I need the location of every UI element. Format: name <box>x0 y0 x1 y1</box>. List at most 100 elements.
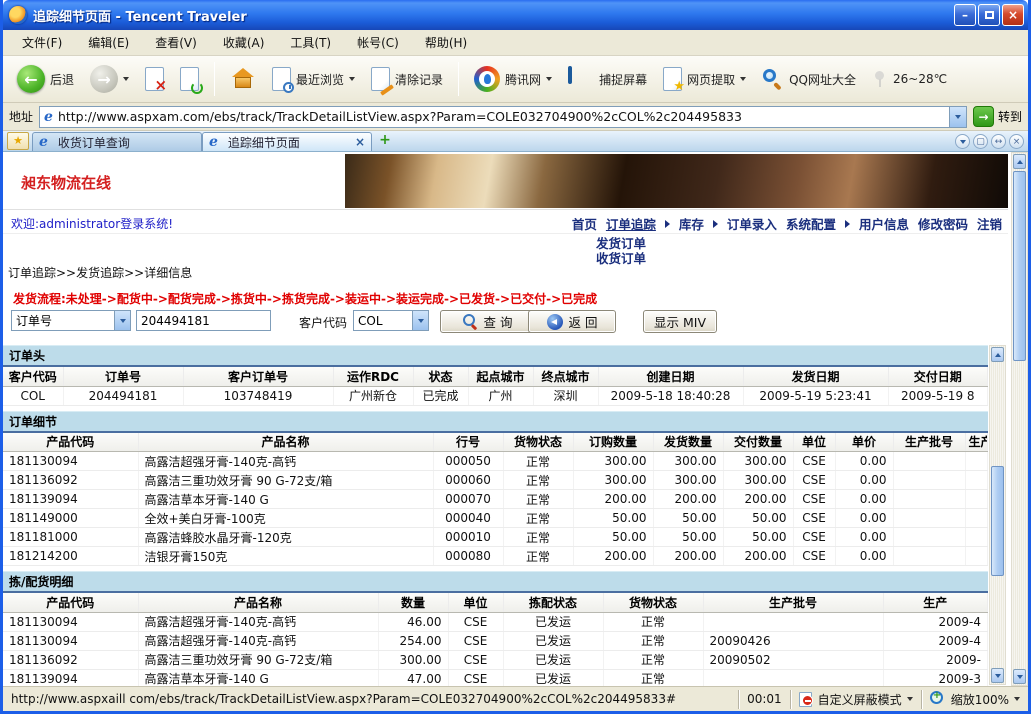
forward-button[interactable]: → <box>84 61 135 97</box>
close-tab-button[interactable]: × <box>1009 134 1024 149</box>
select-dropdown-icon[interactable] <box>114 311 130 330</box>
tab-tracking-detail[interactable]: e 追踪细节页面 × <box>202 132 372 151</box>
table-cell: 2009-3 <box>883 669 988 686</box>
column-header: 货物状态 <box>603 592 703 612</box>
menu-item-2[interactable]: 查看(V) <box>142 30 210 55</box>
nav-item-4[interactable]: 系统配置 <box>786 214 836 233</box>
back-icon: ← <box>17 65 45 93</box>
forward-dropdown-icon[interactable] <box>123 77 129 81</box>
search-row: 订单号 204494181 客户代码 COL 查 询 返 回 显示 MIV <box>3 310 1008 336</box>
capture-screen-button[interactable]: 捕捉屏幕 <box>562 64 653 94</box>
recent-button[interactable]: 最近浏览 <box>266 63 361 95</box>
stop-button[interactable]: × <box>139 63 170 95</box>
nav-item-3[interactable]: 订单录入 <box>727 214 777 233</box>
tab-receiving-order-query[interactable]: e 收货订单查询 <box>32 132 202 151</box>
table-cell: 广州 <box>468 386 533 405</box>
menu-item-6[interactable]: 帮助(H) <box>412 30 480 55</box>
home-button[interactable] <box>224 63 262 95</box>
tencent-button[interactable]: 腾讯网 <box>468 62 558 96</box>
scrollbar-thumb[interactable] <box>991 466 1004 576</box>
nav-item-7[interactable]: 注销 <box>977 214 1002 233</box>
web-extract-label: 网页提取 <box>687 71 735 88</box>
minimize-button[interactable]: – <box>954 4 976 26</box>
query-button[interactable]: 查 询 <box>440 310 535 333</box>
scroll-down-button[interactable] <box>991 668 1004 683</box>
column-header: 货物状态 <box>503 432 573 452</box>
new-tab-button[interactable]: + <box>376 133 394 150</box>
web-extract-dropdown-icon[interactable] <box>740 77 746 81</box>
table-cell: 高露洁超强牙膏-140克-高钙 <box>138 612 378 631</box>
go-label: 转到 <box>998 108 1022 125</box>
scroll-up-button[interactable] <box>1013 154 1026 169</box>
table-cell: 181149000 <box>3 509 138 528</box>
tab-close-icon[interactable]: × <box>355 135 365 149</box>
nav-item-0[interactable]: 首页 <box>572 214 597 233</box>
capture-screen-label: 捕捉屏幕 <box>599 71 647 88</box>
table-cell: 181181000 <box>3 528 138 547</box>
main-nav: 首页订单追踪 库存 订单录入系统配置 用户信息修改密码注销 <box>572 214 1002 233</box>
site-banner: 昶东物流在线 <box>3 154 1008 210</box>
menu-item-1[interactable]: 编辑(E) <box>75 30 142 55</box>
tencent-dropdown-icon[interactable] <box>546 77 552 81</box>
recent-dropdown-icon[interactable] <box>349 77 355 81</box>
menu-item-4[interactable]: 工具(T) <box>277 30 344 55</box>
nav-item-6[interactable]: 修改密码 <box>918 214 968 233</box>
scroll-down-button[interactable] <box>1013 669 1026 684</box>
back-button[interactable]: ← 后退 <box>11 61 80 97</box>
menu-item-5[interactable]: 帐号(C) <box>344 30 412 55</box>
restore-tabs-button[interactable]: ▢ <box>973 134 988 149</box>
return-button[interactable]: 返 回 <box>528 310 616 333</box>
table-cell: 000040 <box>433 509 503 528</box>
select-dropdown-icon[interactable] <box>412 311 428 330</box>
tab-list-chevron-button[interactable] <box>955 134 970 149</box>
table-cell: 000050 <box>433 452 503 471</box>
refresh-button[interactable] <box>174 63 205 95</box>
search-type-select[interactable]: 订单号 <box>11 310 131 331</box>
block-mode-dropdown-icon[interactable] <box>907 697 913 701</box>
close-button[interactable]: × <box>1002 4 1024 26</box>
table-cell: 300.00 <box>653 452 723 471</box>
zoom-control[interactable]: 缩放100% <box>922 690 1028 709</box>
table-cell <box>965 490 988 509</box>
table-cell: 高露洁三重功效牙膏 90 G-72支/箱 <box>138 650 378 669</box>
zoom-dropdown-icon[interactable] <box>1014 697 1020 701</box>
table-cell: 全效+美白牙膏-100克 <box>138 509 433 528</box>
weather-widget[interactable]: 26~28℃ <box>866 65 953 93</box>
subnav-item-shipping-orders[interactable]: 发货订单 <box>596 236 646 251</box>
column-header: 运作RDC <box>333 366 413 386</box>
scroll-up-button[interactable] <box>991 347 1004 362</box>
table-cell: 20090502 <box>703 650 883 669</box>
go-button[interactable]: → 转到 <box>973 106 1022 127</box>
show-miv-button[interactable]: 显示 MIV <box>643 310 717 333</box>
menu-item-3[interactable]: 收藏(A) <box>210 30 278 55</box>
menu-item-0[interactable]: 文件(F) <box>9 30 75 55</box>
nav-item-5[interactable]: 用户信息 <box>859 214 909 233</box>
web-extract-button[interactable]: ★ 网页提取 <box>657 63 752 95</box>
welcome-text: 欢迎:administrator登录系统! <box>11 215 173 232</box>
inner-scrollbar[interactable] <box>989 345 1006 685</box>
table-cell: 000060 <box>433 471 503 490</box>
scrollbar-thumb[interactable] <box>1013 171 1026 361</box>
table-cell <box>965 452 988 471</box>
customer-code-select[interactable]: COL <box>353 310 429 331</box>
recent-icon <box>272 67 291 91</box>
table-cell: 2009-5-19 8 <box>888 386 988 405</box>
column-header: 生产 <box>965 432 988 452</box>
address-input[interactable]: e http://www.aspxam.com/ebs/track/TrackD… <box>39 106 967 128</box>
address-dropdown-button[interactable] <box>949 107 966 127</box>
address-url[interactable]: http://www.aspxam.com/ebs/track/TrackDet… <box>58 109 949 124</box>
order-number-input[interactable]: 204494181 <box>136 310 271 331</box>
nav-item-1[interactable]: 订单追踪 <box>606 214 656 233</box>
maximize-button[interactable] <box>978 4 1000 26</box>
expand-tabs-button[interactable]: ↔ <box>991 134 1006 149</box>
outer-scrollbar[interactable] <box>1011 152 1028 686</box>
table-cell: 50.00 <box>723 509 793 528</box>
table-cell: 0.00 <box>835 452 893 471</box>
table-cell: CSE <box>793 528 835 547</box>
qq-sites-button[interactable]: QQ网址大全 <box>756 64 862 94</box>
clear-history-button[interactable]: 清除记录 <box>365 63 449 95</box>
favorites-button[interactable]: ★ <box>7 132 29 150</box>
block-mode-control[interactable]: 自定义屏蔽模式 <box>791 690 922 709</box>
subnav-item-receiving-orders[interactable]: 收货订单 <box>596 251 646 266</box>
nav-item-2[interactable]: 库存 <box>679 214 704 233</box>
